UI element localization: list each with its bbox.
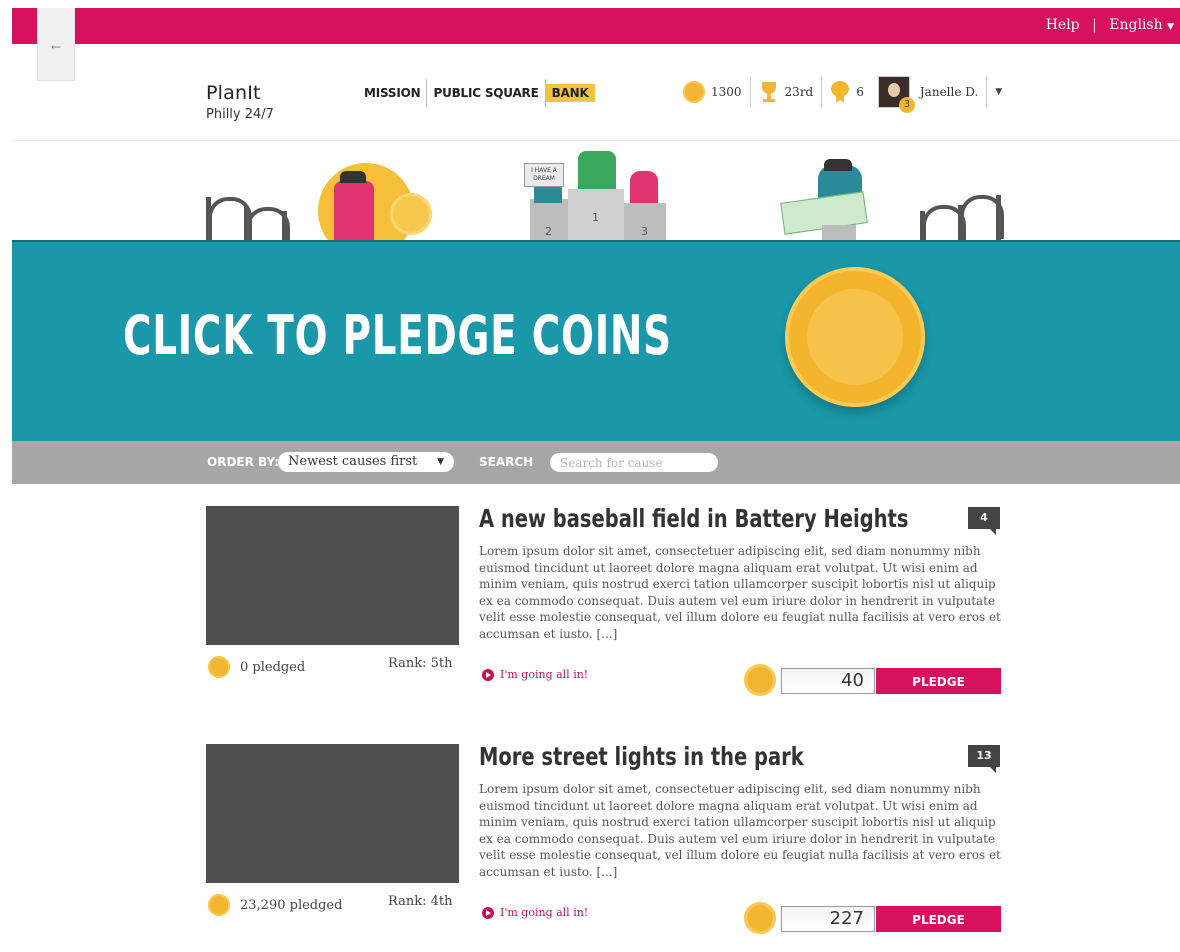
search-input[interactable]	[550, 453, 718, 472]
pedestal	[822, 225, 856, 241]
coin-icon	[208, 656, 230, 678]
filter-bar: ORDER BY: Newest causes first ▼ SEARCH	[12, 441, 1180, 484]
cause-card: 23,290 pledged Rank: 4th More street lig…	[206, 742, 1006, 944]
nav-item-bank[interactable]: BANK	[545, 84, 595, 102]
all-in-link[interactable]: I'm going all in!	[482, 668, 588, 681]
cause-title[interactable]: More street lights in the park	[479, 742, 804, 771]
cause-rank: Rank: 4th	[388, 894, 453, 909]
pledged-total: 0 pledged	[240, 659, 306, 675]
chevron-down-icon: ▼	[1167, 22, 1174, 32]
big-coin-icon[interactable]	[785, 267, 925, 407]
cause-rank: Rank: 5th	[388, 656, 453, 671]
green-mascot	[578, 151, 616, 189]
stanchion-post	[282, 211, 287, 241]
coin-count: 1300	[711, 85, 742, 99]
pink-mascot	[630, 171, 658, 203]
play-icon	[482, 906, 494, 919]
top-links: Help | English ▼	[1046, 17, 1174, 33]
badge-count: 6	[856, 85, 864, 99]
pledge-button[interactable]: PLEDGE	[876, 906, 1001, 932]
back-arrow-icon: ←	[50, 40, 62, 54]
user-rank: 23rd	[784, 85, 814, 99]
cause-image[interactable]	[206, 744, 459, 883]
back-tab[interactable]: ←	[37, 8, 75, 81]
all-in-label: I'm going all in!	[500, 906, 589, 919]
pink-mascot	[334, 181, 374, 241]
help-link[interactable]: Help	[1046, 17, 1080, 33]
chevron-down-icon: ▼	[437, 457, 444, 467]
coin-icon	[744, 902, 776, 934]
coin-icon	[208, 894, 230, 916]
pledge-button[interactable]: PLEDGE	[876, 668, 1001, 694]
cause-card: 0 pledged Rank: 5th A new baseball field…	[206, 504, 1006, 706]
nav-item-public-square[interactable]: PUBLIC SQUARE	[427, 86, 544, 100]
stanchion-post	[996, 195, 1001, 241]
order-by-select[interactable]: Newest causes first ▼	[278, 452, 454, 472]
avatar[interactable]: 3	[877, 76, 915, 113]
podium-second: 2	[530, 199, 568, 241]
order-by-value: Newest causes first	[288, 454, 418, 469]
podium-third: 3	[624, 203, 666, 241]
search-label: SEARCH	[479, 455, 534, 469]
language-selector[interactable]: English	[1109, 17, 1162, 33]
comment-count-badge[interactable]: 4	[968, 507, 1000, 535]
user-menu-chevron-icon[interactable]: ▼	[995, 87, 1002, 97]
top-links-separator: |	[1092, 17, 1097, 33]
stats-divider	[986, 77, 988, 107]
user-stats: 1300 23rd 6 3 Janelle D. ▼	[683, 74, 1002, 113]
bowler-hat-icon	[340, 171, 366, 183]
badge-icon	[830, 81, 850, 103]
trophy-icon	[759, 82, 779, 102]
all-in-label: I'm going all in!	[500, 668, 589, 681]
main-nav: MISSION PUBLIC SQUARE BANK	[358, 79, 595, 107]
coin-icon	[390, 193, 432, 235]
cause-description: Lorem ipsum dolor sit amet, consectetuer…	[479, 544, 1001, 641]
pledge-amount-input[interactable]: 40	[781, 668, 875, 694]
cause-title[interactable]: A new baseball field in Battery Heights	[479, 504, 908, 533]
brand-name: PlanIt	[206, 82, 261, 104]
user-name[interactable]: Janelle D.	[920, 85, 978, 99]
podium-first: 1	[568, 189, 624, 241]
cause-description: Lorem ipsum dolor sit amet, consectetuer…	[479, 782, 1001, 879]
coin-icon	[744, 664, 776, 696]
order-by-label: ORDER BY:	[207, 455, 279, 469]
bowler-hat-icon	[824, 159, 852, 171]
comment-count-badge[interactable]: 13	[968, 745, 1000, 773]
brand[interactable]: PlanIt Philly 24/7	[206, 82, 274, 122]
illustration-strip: 2 1 3 I HAVE A DREAM	[12, 141, 1180, 241]
brand-subtitle: Philly 24/7	[206, 107, 274, 122]
coin-icon	[683, 81, 705, 103]
pledge-banner[interactable]: CLICK TO PLEDGE COINS	[12, 240, 1180, 442]
avatar-level-badge: 3	[898, 97, 915, 113]
nav-item-mission[interactable]: MISSION	[358, 86, 426, 100]
stats-divider	[821, 77, 823, 107]
banner-title: CLICK TO PLEDGE COINS	[123, 304, 672, 367]
all-in-link[interactable]: I'm going all in!	[482, 906, 588, 919]
stats-divider	[749, 77, 751, 107]
top-bar: Help | English ▼	[12, 8, 1180, 44]
dream-sign: I HAVE A DREAM	[524, 163, 564, 187]
cause-image[interactable]	[206, 506, 459, 645]
pledged-total: 23,290 pledged	[240, 897, 343, 913]
play-icon	[482, 668, 494, 681]
pledge-amount-input[interactable]: 227	[781, 906, 875, 932]
